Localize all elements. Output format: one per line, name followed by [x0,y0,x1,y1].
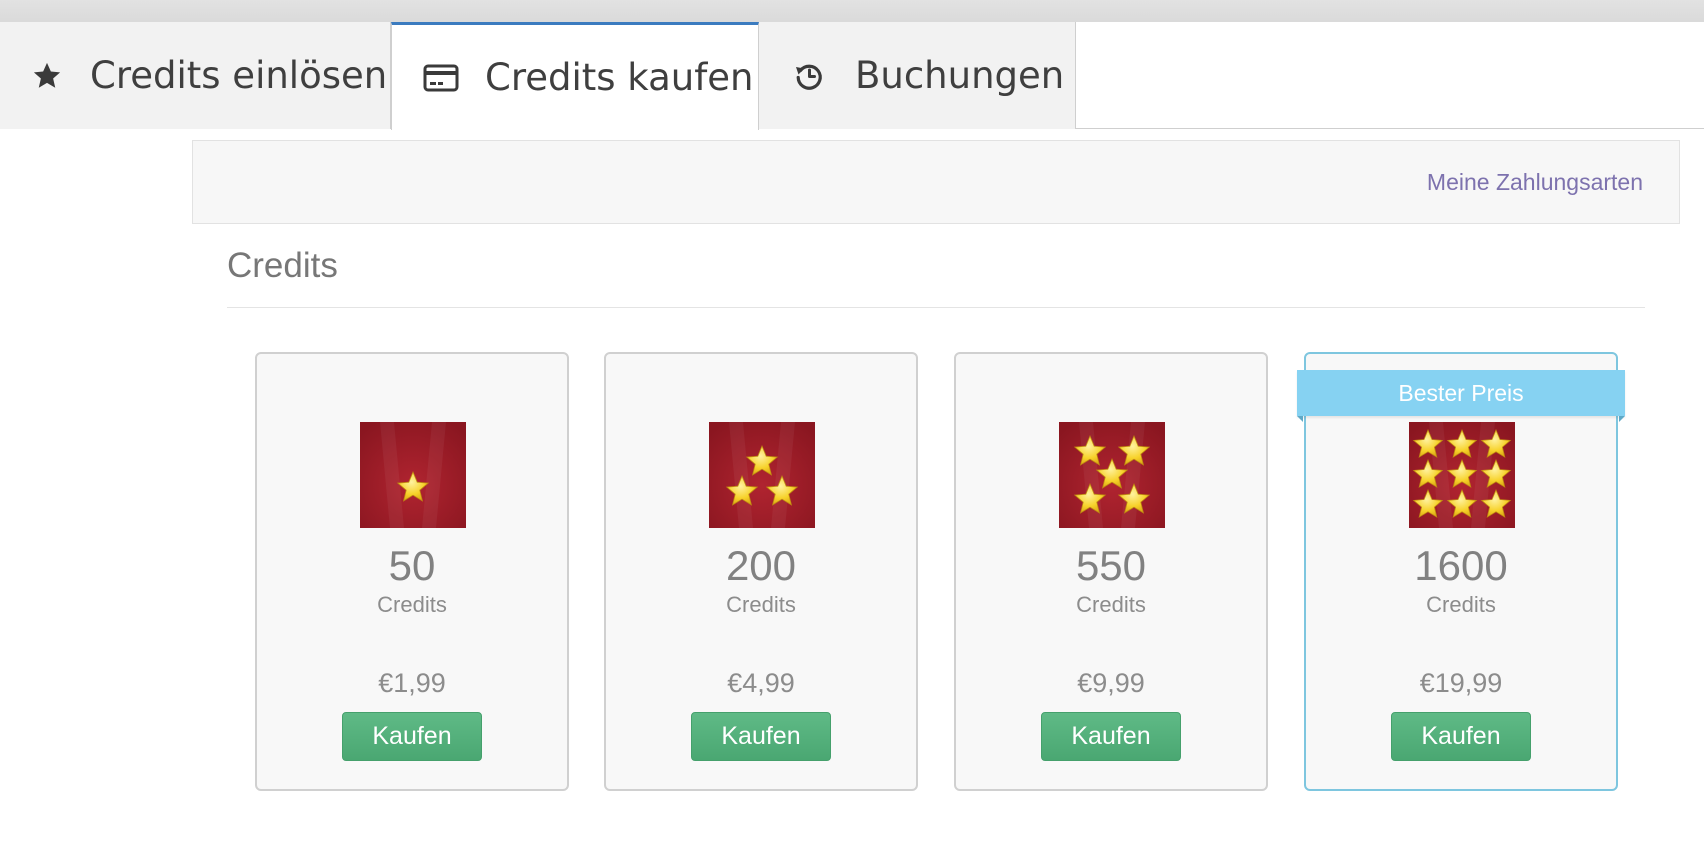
package-thumbnail [360,422,466,528]
best-price-badge: Bester Preis [1297,370,1625,422]
package-price: €19,99 [1419,668,1503,698]
section-title: Credits [227,246,338,285]
package-amount: 550 [1075,542,1147,589]
credit-package-card-best: 1600 Credits €19,99 Kaufen [1304,352,1618,791]
package-price: €9,99 [1077,668,1145,698]
package-price: €1,99 [378,668,446,698]
tab-credits-einloesen[interactable]: Credits einlösen [0,22,391,129]
history-icon [792,60,826,92]
package-price: €4,99 [727,668,795,698]
package-thumbnail [709,422,815,528]
tab-buchungen[interactable]: Buchungen [759,22,1076,129]
tab-bar: Credits einlösen Credits kaufen Buchunge… [0,22,1704,130]
package-amount: 1600 [1414,542,1508,589]
buy-button[interactable]: Kaufen [342,712,482,761]
credit-card-icon [423,64,459,92]
credit-package-card: 50 Credits €1,99 Kaufen [255,352,569,791]
buy-button[interactable]: Kaufen [1041,712,1181,761]
buy-button[interactable]: Kaufen [691,712,831,761]
credit-package-card: 550 Credits €9,99 Kaufen [954,352,1268,791]
package-unit: Credits [1426,592,1496,617]
payment-methods-link[interactable]: Meine Zahlungsarten [1427,141,1643,223]
package-amount: 200 [725,542,797,589]
tab-label: Buchungen [855,54,1065,97]
credit-package-card: 200 Credits €4,99 Kaufen [604,352,918,791]
star-icon [30,61,64,91]
package-thumbnail [1409,422,1515,528]
buy-button[interactable]: Kaufen [1391,712,1531,761]
tab-credits-kaufen[interactable]: Credits kaufen [391,22,759,130]
window-top-strip [0,0,1704,22]
payment-methods-bar: Meine Zahlungsarten [192,140,1680,224]
package-thumbnail [1059,422,1165,528]
package-amount: 50 [388,542,436,589]
tab-label: Credits einlösen [90,54,388,97]
section-divider [227,307,1645,308]
package-unit: Credits [726,592,796,617]
package-unit: Credits [377,592,447,617]
tab-label: Credits kaufen [485,56,754,99]
package-unit: Credits [1076,592,1146,617]
